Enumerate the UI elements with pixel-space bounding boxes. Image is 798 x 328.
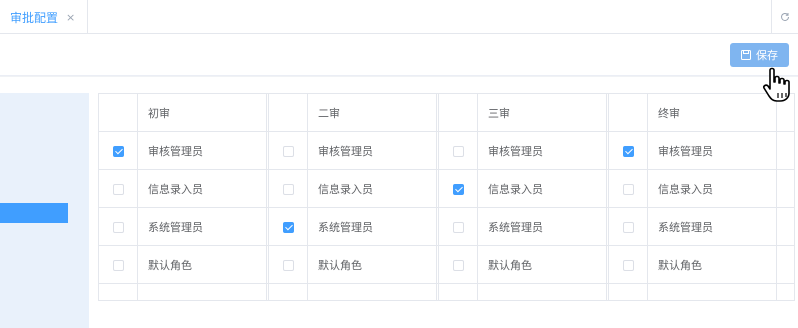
table-row: 系统管理员 <box>268 207 455 246</box>
tab-label: 审批配置 <box>10 10 59 25</box>
table-row: 默认角色 <box>268 245 455 284</box>
table-row: 系统管理员 <box>98 207 285 246</box>
main-content: 初审 审核管理员 信息录入员 系统管理员 默认角色 二审 审核管理员 信息录入员 系统管理员 默认… <box>0 77 798 328</box>
column-header: 二审 <box>307 93 437 132</box>
role-checkbox[interactable] <box>452 183 464 195</box>
role-checkbox[interactable] <box>622 145 634 157</box>
role-checkbox[interactable] <box>622 183 634 195</box>
role-checkbox[interactable] <box>112 221 124 233</box>
role-label: 系统管理员 <box>137 207 267 246</box>
save-button[interactable]: 保存 <box>730 43 789 67</box>
refresh-icon[interactable] <box>771 0 798 34</box>
role-label: 系统管理员 <box>647 207 777 246</box>
role-checkbox[interactable] <box>282 145 294 157</box>
role-checkbox[interactable] <box>282 183 294 195</box>
role-label: 审核管理员 <box>477 131 607 170</box>
table-row: 系统管理员 <box>438 207 625 246</box>
role-checkbox[interactable] <box>452 221 464 233</box>
role-checkbox[interactable] <box>112 145 124 157</box>
table-row: 信息录入员 <box>438 169 625 208</box>
role-checkbox[interactable] <box>282 259 294 271</box>
role-checkbox[interactable] <box>112 183 124 195</box>
column-header: 三审 <box>477 93 607 132</box>
column-header: 终审 <box>647 93 777 132</box>
role-checkbox[interactable] <box>452 259 464 271</box>
table-row: 默认角色 <box>98 245 285 284</box>
role-label: 信息录入员 <box>647 169 777 208</box>
table-row: 信息录入员 <box>98 169 285 208</box>
approval-column-2: 二审 审核管理员 信息录入员 系统管理员 默认角色 <box>268 93 455 301</box>
role-label: 系统管理员 <box>307 207 437 246</box>
role-label: 审核管理员 <box>307 131 437 170</box>
toolbar: 保存 <box>0 34 798 76</box>
table-row: 审核管理员 <box>438 131 625 170</box>
save-label: 保存 <box>756 49 778 62</box>
role-checkbox[interactable] <box>282 221 294 233</box>
save-icon <box>741 50 751 60</box>
role-checkbox[interactable] <box>112 259 124 271</box>
table-row: 信息录入员 <box>268 169 455 208</box>
table-row: 系统管理员 <box>608 207 795 246</box>
table-row: 审核管理员 <box>268 131 455 170</box>
side-panel-selected-item[interactable] <box>0 203 68 223</box>
role-label: 信息录入员 <box>477 169 607 208</box>
table-row: 默认角色 <box>438 245 625 284</box>
tab-approval-config[interactable]: 审批配置 × <box>0 0 88 34</box>
role-label: 默认角色 <box>647 245 777 284</box>
role-label: 默认角色 <box>137 245 267 284</box>
approval-column-1: 初审 审核管理员 信息录入员 系统管理员 默认角色 <box>98 93 285 301</box>
column-header: 初审 <box>137 93 267 132</box>
role-label: 信息录入员 <box>307 169 437 208</box>
role-checkbox[interactable] <box>452 145 464 157</box>
role-checkbox[interactable] <box>622 259 634 271</box>
role-label: 审核管理员 <box>137 131 267 170</box>
tab-bar: 审批配置 × <box>0 0 798 34</box>
role-label: 默认角色 <box>307 245 437 284</box>
table-row: 信息录入员 <box>608 169 795 208</box>
role-label: 系统管理员 <box>477 207 607 246</box>
table-row: 默认角色 <box>608 245 795 284</box>
approval-column-3: 三审 审核管理员 信息录入员 系统管理员 默认角色 <box>438 93 625 301</box>
role-label: 信息录入员 <box>137 169 267 208</box>
role-label: 审核管理员 <box>647 131 777 170</box>
table-row: 审核管理员 <box>608 131 795 170</box>
close-icon[interactable]: × <box>66 11 75 24</box>
hand-cursor-icon <box>763 67 790 102</box>
role-side-panel <box>0 93 89 328</box>
approval-column-4: 终审 审核管理员 信息录入员 系统管理员 默认角色 <box>608 93 795 301</box>
table-row: 审核管理员 <box>98 131 285 170</box>
role-checkbox[interactable] <box>622 221 634 233</box>
role-label: 默认角色 <box>477 245 607 284</box>
